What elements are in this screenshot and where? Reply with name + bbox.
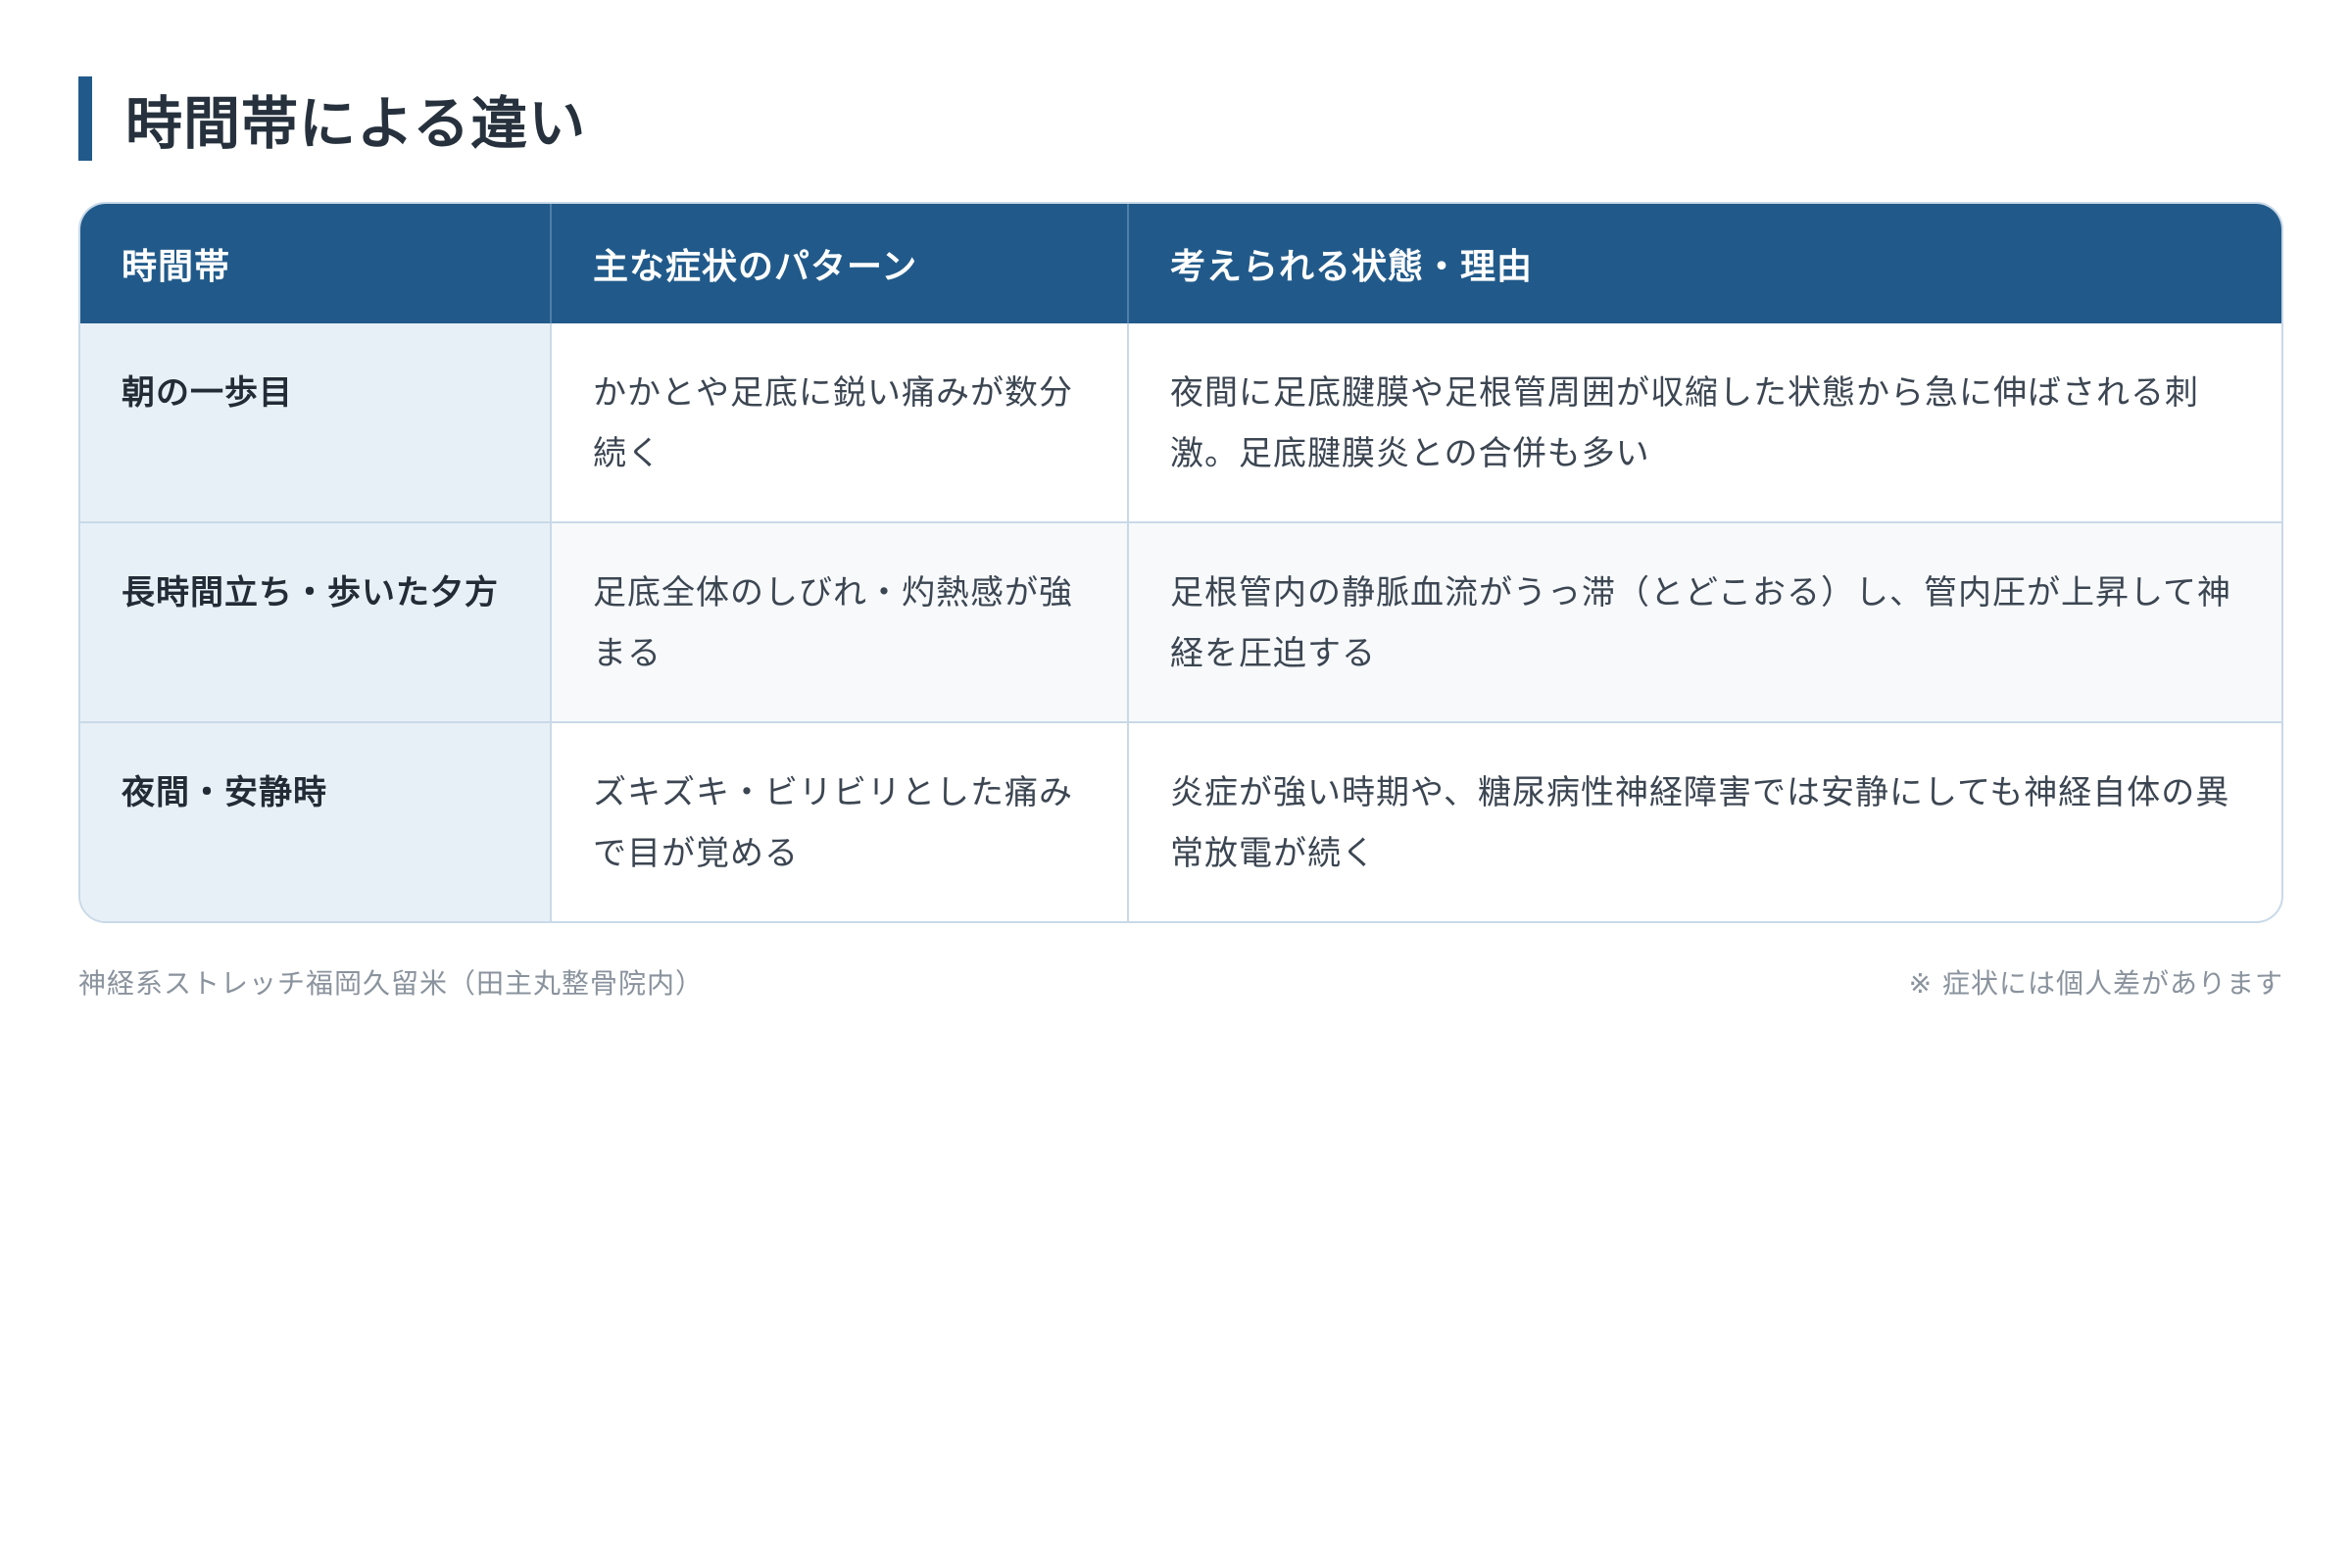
reason-cell: 足根管内の静脈血流がうっ滞（とどこおる）し、管内圧が上昇して神経を圧迫する bbox=[1128, 521, 2281, 722]
source-credit: 神経系ストレッチ福岡久留米（田主丸整骨院内） bbox=[78, 967, 705, 1000]
section-heading: 時間帯による違い bbox=[78, 76, 2283, 161]
reason-cell: 夜間に足底腱膜や足根管周囲が収縮した状態から急に伸ばされる刺激。足底腱膜炎との合… bbox=[1170, 373, 2199, 473]
header-reason: 考えられる状態・理由 bbox=[1128, 204, 2281, 323]
symptom-cell: かかとや足底に鋭い痛みが数分続く bbox=[551, 323, 1129, 522]
page-title: 時間帯による違い bbox=[125, 90, 587, 157]
time-cell: 夜間・安静時 bbox=[80, 721, 552, 921]
footer: 神経系ストレッチ福岡久留米（田主丸整骨院内） ※ 症状には個人差があります bbox=[78, 962, 2283, 1002]
reason-cell: 炎症が強い時期や、糖尿病性神経障害では安静にしても神経自体の異常放電が続く bbox=[1128, 721, 2281, 921]
symptom-cell: 足底全体のしびれ・灼熱感が強まる bbox=[551, 521, 1129, 722]
table-row: 朝の一歩目 かかとや足底に鋭い痛みが数分続く 夜間に足底腱膜や足根管周囲が収縮し… bbox=[80, 323, 2281, 522]
page: 時間帯による違い 時間帯 主な症状のパターン 考えられる状態・理由 朝の一歩目 … bbox=[78, 76, 2283, 1002]
comparison-table: 時間帯 主な症状のパターン 考えられる状態・理由 朝の一歩目 かかとや足底に鋭い… bbox=[78, 202, 2283, 923]
time-cell: 長時間立ち・歩いた夕方 bbox=[80, 521, 552, 722]
symptom-cell: ズキズキ・ビリビリとした痛みで目が覚める bbox=[551, 721, 1129, 921]
header-symptom: 主な症状のパターン bbox=[551, 204, 1129, 323]
table-row: 長時間立ち・歩いた夕方 足底全体のしびれ・灼熱感が強まる 足根管内の静脈血流がう… bbox=[80, 521, 2281, 722]
table-header-row: 時間帯 主な症状のパターン 考えられる状態・理由 bbox=[80, 204, 2281, 323]
disclaimer-note: ※ 症状には個人差があります bbox=[1908, 967, 2283, 1000]
table-row: 夜間・安静時 ズキズキ・ビリビリとした痛みで目が覚める 炎症が強い時期や、糖尿病… bbox=[80, 721, 2281, 921]
time-cell: 朝の一歩目 bbox=[80, 323, 552, 522]
heading-accent-bar bbox=[78, 76, 92, 161]
header-time: 時間帯 bbox=[80, 204, 552, 323]
